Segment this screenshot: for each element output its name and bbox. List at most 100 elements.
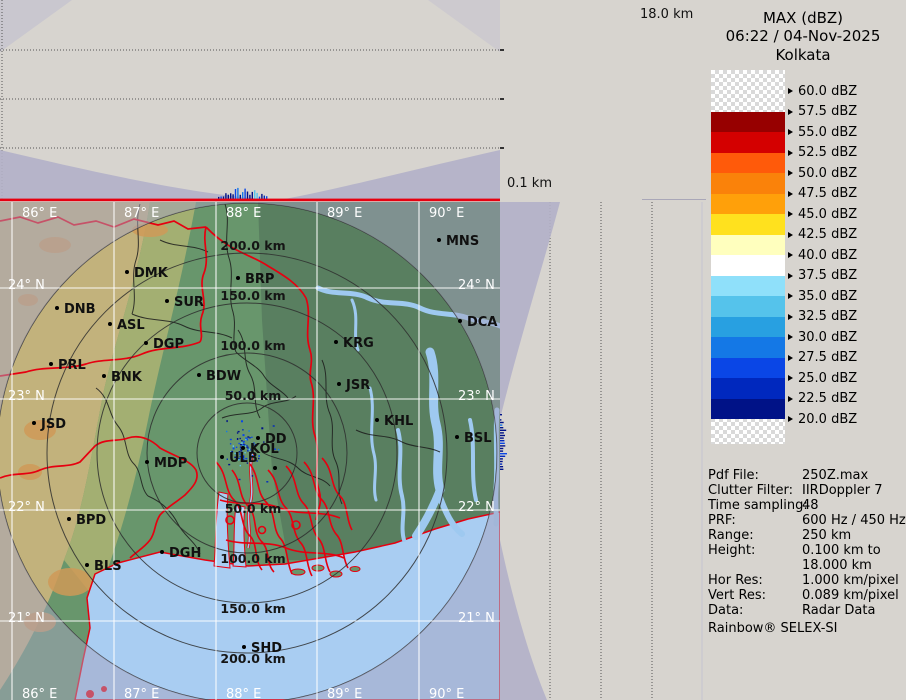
max-height-label: 18.0 km [640,7,693,22]
svg-text:PRL: PRL [58,358,86,373]
svg-text:JSD: JSD [40,417,66,432]
meta-value: 0.100 km to [802,543,906,558]
meta-label: Data: [708,603,802,618]
svg-text:MNS: MNS [446,234,479,249]
meta-value: 600 Hz / 450 Hz [802,513,906,528]
svg-text:150.0 km: 150.0 km [220,288,285,303]
meta-label: PRF: [708,513,802,528]
meta-value: 0.089 km/pixel [802,588,906,603]
svg-text:DNB: DNB [64,302,96,317]
scale-tick-arrow-icon [788,170,793,176]
height-axis-tick [500,147,504,149]
meta-label: Range: [708,528,802,543]
scale-tick-arrow-icon [788,88,793,94]
software-brand: Rainbow® SELEX-SI [708,621,838,636]
height-axis-tick [500,98,504,100]
meta-value: 18.000 km [802,558,906,573]
dbz-color-scale [711,70,785,444]
height-axis-tick [500,49,504,51]
product-title: MAX (dBZ) [700,9,906,27]
svg-text:SUR: SUR [174,295,204,310]
scale-block [711,337,785,358]
scale-block [711,296,785,317]
scale-block [711,399,785,420]
scale-label: 22.5 dBZ [788,391,857,407]
scale-label: 30.0 dBZ [788,329,857,345]
scale-label: 60.0 dBZ [788,83,857,99]
meta-value: 48 [802,498,906,513]
svg-text:50.0 km: 50.0 km [225,388,282,403]
product-datetime: 06:22 / 04-Nov-2025 [700,27,906,45]
scale-tick-arrow-icon [788,150,793,156]
svg-text:86° E: 86° E [22,687,57,700]
scale-block [711,132,785,153]
scale-label: 25.0 dBZ [788,370,857,386]
svg-text:22° N: 22° N [8,500,45,515]
meta-label: Pdf File: [708,468,802,483]
scale-label: 47.5 dBZ [788,186,857,202]
svg-text:88° E: 88° E [226,206,261,221]
scale-tick-arrow-icon [788,314,793,320]
scale-tick-arrow-icon [788,273,793,279]
scale-label: 40.0 dBZ [788,247,857,263]
svg-text:23° N: 23° N [458,389,495,404]
scale-block [711,378,785,399]
meta-value: 250Z.max [802,468,906,483]
svg-text:BRP: BRP [245,272,274,287]
scale-block [711,112,785,133]
scale-label: 35.0 dBZ [788,288,857,304]
scale-block [711,317,785,338]
meta-label: Clutter Filter: [708,483,802,498]
svg-text:DCA: DCA [467,315,497,330]
scale-tick-arrow-icon [788,334,793,340]
svg-text:87° E: 87° E [124,687,159,700]
scale-label: 57.5 dBZ [788,104,857,120]
corner-area: 18.0 km 0.1 km [500,0,706,202]
ppi-map: 86° E86° E87° E87° E88° E88° E89° E89° E… [0,202,500,700]
svg-text:24° N: 24° N [458,278,495,293]
svg-text:JSR: JSR [345,378,370,393]
meta-value: 1.000 km/pixel [802,573,906,588]
scale-block [711,173,785,194]
scale-block [711,358,785,379]
svg-text:BDW: BDW [206,369,241,384]
svg-text:ASL: ASL [117,318,145,333]
svg-text:DMK: DMK [134,266,169,281]
scale-label: 50.0 dBZ [788,165,857,181]
meta-label: Hor Res: [708,573,802,588]
meta-value: Radar Data [802,603,906,618]
city-marker [273,466,277,470]
min-height-label: 0.1 km [507,176,552,191]
scale-label: 32.5 dBZ [788,309,857,325]
svg-text:DGH: DGH [169,546,201,561]
svg-text:89° E: 89° E [327,206,362,221]
svg-text:DGP: DGP [153,337,184,352]
scale-block [711,194,785,215]
scale-label: 52.5 dBZ [788,145,857,161]
scale-block [711,276,785,297]
scale-label: 55.0 dBZ [788,124,857,140]
scale-label: 20.0 dBZ [788,411,857,427]
scale-label: 27.5 dBZ [788,350,857,366]
meta-label: Vert Res: [708,588,802,603]
scale-tick-arrow-icon [788,252,793,258]
scale-label: 45.0 dBZ [788,206,857,222]
station-name: Kolkata [700,46,906,64]
svg-text:ULB: ULB [229,451,258,466]
svg-text:BSL: BSL [464,431,492,446]
svg-text:MDP: MDP [154,456,187,471]
svg-text:87° E: 87° E [124,206,159,221]
svg-text:23° N: 23° N [8,389,45,404]
right-cross-section-panel [499,202,706,700]
svg-text:SHD: SHD [251,641,282,656]
scale-tick-arrow-icon [788,375,793,381]
map-top-border [0,199,500,202]
product-metadata: Pdf File:250Z.maxClutter Filter:IIRDoppl… [708,468,904,618]
svg-text:100.0 km: 100.0 km [220,338,285,353]
scale-tick-arrow-icon [788,355,793,361]
svg-text:89° E: 89° E [327,687,362,700]
scale-tick-arrow-icon [788,109,793,115]
scale-label: 37.5 dBZ [788,268,857,284]
svg-text:BLS: BLS [94,559,122,574]
top-cross-section-panel [0,0,500,202]
